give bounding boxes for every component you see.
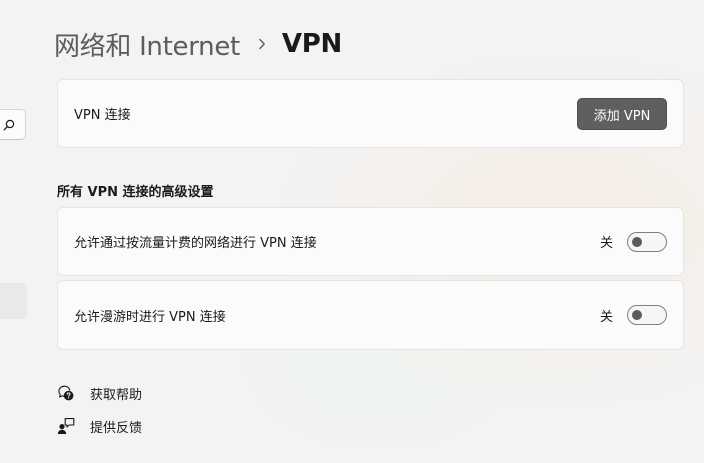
roaming-toggle-state: 关 <box>599 309 613 325</box>
page-title: VPN <box>281 29 342 59</box>
roaming-toggle[interactable] <box>627 305 667 325</box>
breadcrumb: 网络和 Internet VPN <box>54 26 342 62</box>
toggle-knob <box>632 236 642 247</box>
give-feedback-label: 提供反馈 <box>90 420 143 436</box>
vpn-connections-card: VPN 连接 添加 VPN <box>57 79 684 148</box>
roaming-label: 允许漫游时进行 VPN 连接 <box>74 309 226 325</box>
feedback-icon <box>57 417 75 435</box>
metered-network-toggle-state: 关 <box>599 236 613 251</box>
chevron-right-icon <box>258 38 266 50</box>
help-chat-icon <box>57 384 75 402</box>
get-help-link[interactable]: 获取帮助 <box>57 383 142 403</box>
give-feedback-link[interactable]: 提供反馈 <box>57 416 142 436</box>
breadcrumb-parent-link[interactable]: 网络和 Internet <box>54 26 240 63</box>
metered-network-toggle-group: 关 <box>599 231 667 252</box>
search-box[interactable] <box>0 109 26 140</box>
vpn-connections-label: VPN 连接 <box>74 108 131 123</box>
add-vpn-button[interactable]: 添加 VPN <box>577 98 667 130</box>
roaming-toggle-group: 关 <box>600 305 667 325</box>
metered-network-toggle[interactable] <box>627 231 667 252</box>
roaming-setting-card: 允许漫游时进行 VPN 连接 关 <box>57 280 684 350</box>
sidebar-selected-item[interactable] <box>0 283 27 319</box>
advanced-settings-heading: 所有 VPN 连接的高级设置 <box>57 185 214 200</box>
metered-network-setting-card: 允许通过按流量计费的网络进行 VPN 连接 关 <box>57 207 684 276</box>
metered-network-label: 允许通过按流量计费的网络进行 VPN 连接 <box>74 236 317 251</box>
toggle-knob <box>632 310 642 320</box>
get-help-label: 获取帮助 <box>90 387 143 403</box>
search-icon <box>3 119 15 131</box>
